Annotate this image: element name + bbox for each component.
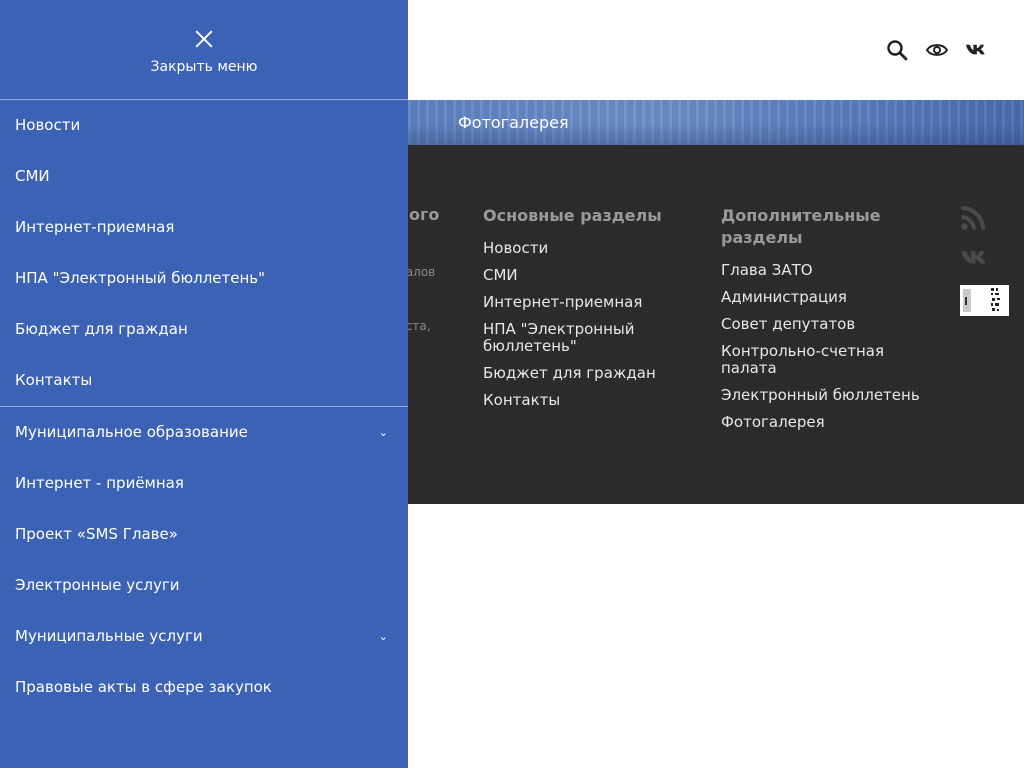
footer-link-photogallery[interactable]: Фотогалерея	[721, 414, 941, 431]
menu-item-media[interactable]: СМИ	[0, 151, 408, 202]
eye-icon[interactable]	[925, 36, 948, 64]
secondary-nav: Муниципальное образование ⌄ Интернет - п…	[0, 407, 408, 713]
partial-text-2: йста,	[408, 319, 431, 333]
menu-item-label: Муниципальное образование	[15, 423, 248, 441]
menu-item-label: Электронные услуги	[15, 576, 180, 594]
footer-link-administration[interactable]: Администрация	[721, 289, 941, 306]
footer-extra-sections: Дополнительные разделы Глава ЗАТО Админи…	[721, 205, 941, 441]
header-icons	[885, 36, 988, 64]
menu-item-internet-reception[interactable]: Интернет - приёмная	[0, 458, 408, 509]
photo-gallery-banner: Фотогалерея	[408, 100, 1024, 145]
close-icon[interactable]	[195, 30, 213, 48]
close-menu-label[interactable]: Закрыть меню	[0, 59, 408, 75]
close-menu-block: Закрыть меню	[0, 0, 408, 100]
footer-link-media[interactable]: СМИ	[483, 267, 683, 284]
footer-main-sections: Основные разделы Новости СМИ Интернет-пр…	[483, 205, 683, 419]
vk-icon[interactable]	[965, 36, 988, 64]
banner-title[interactable]: Фотогалерея	[458, 113, 569, 132]
menu-item-label: Интернет - приёмная	[15, 474, 184, 492]
chevron-down-icon[interactable]: ⌄	[379, 611, 388, 662]
menu-item-label: Правовые акты в сфере закупок	[15, 678, 272, 696]
site-footer: ного иалов йста, Основные разделы Новост…	[408, 145, 1024, 504]
partial-text-1: иалов	[408, 265, 436, 279]
footer-social	[960, 205, 1009, 316]
footer-link-e-bulletin[interactable]: Электронный бюллетень	[721, 387, 941, 404]
menu-item-reception[interactable]: Интернет-приемная	[0, 202, 408, 253]
footer-link-budget[interactable]: Бюджет для граждан	[483, 365, 683, 382]
menu-item-procurement-acts[interactable]: Правовые акты в сфере закупок	[0, 662, 408, 713]
rss-icon[interactable]	[960, 205, 986, 235]
vk-icon[interactable]	[960, 249, 990, 271]
menu-item-news[interactable]: Новости	[0, 100, 408, 151]
menu-item-label: Проект «SMS Главе»	[15, 525, 178, 543]
footer-link-news[interactable]: Новости	[483, 240, 683, 257]
menu-item-bulletin[interactable]: НПА "Электронный бюллетень"	[0, 253, 408, 304]
menu-item-sms-project[interactable]: Проект «SMS Главе»	[0, 509, 408, 560]
primary-nav: Новости СМИ Интернет-приемная НПА "Элект…	[0, 100, 408, 407]
extra-sections-heading: Дополнительные разделы	[721, 206, 881, 247]
page: Фотогалерея ного иалов йста, Основные ра…	[0, 0, 1024, 768]
footer-link-head[interactable]: Глава ЗАТО	[721, 262, 941, 279]
menu-item-budget[interactable]: Бюджет для граждан	[0, 304, 408, 355]
qr-code-icon[interactable]	[960, 285, 1009, 316]
footer-link-audit-chamber[interactable]: Контрольно-счетная палата	[721, 343, 941, 377]
footer-link-bulletin[interactable]: НПА "Электронный бюллетень"	[483, 321, 683, 355]
partial-heading: ного	[408, 205, 440, 224]
menu-item-e-services[interactable]: Электронные услуги	[0, 560, 408, 611]
menu-item-municipal-services[interactable]: Муниципальные услуги ⌄	[0, 611, 408, 662]
footer-link-reception[interactable]: Интернет-приемная	[483, 294, 683, 311]
footer-link-contacts[interactable]: Контакты	[483, 392, 683, 409]
main-sections-heading: Основные разделы	[483, 206, 662, 225]
footer-partial-column: ного иалов йста,	[408, 205, 440, 333]
chevron-down-icon[interactable]: ⌄	[379, 407, 388, 458]
footer-link-council[interactable]: Совет депутатов	[721, 316, 941, 333]
menu-item-contacts[interactable]: Контакты	[0, 355, 408, 406]
menu-item-municipality[interactable]: Муниципальное образование ⌄	[0, 407, 408, 458]
menu-item-label: Муниципальные услуги	[15, 627, 203, 645]
side-menu-drawer: Закрыть меню Новости СМИ Интернет-приемн…	[0, 0, 408, 768]
search-icon[interactable]	[885, 36, 908, 64]
